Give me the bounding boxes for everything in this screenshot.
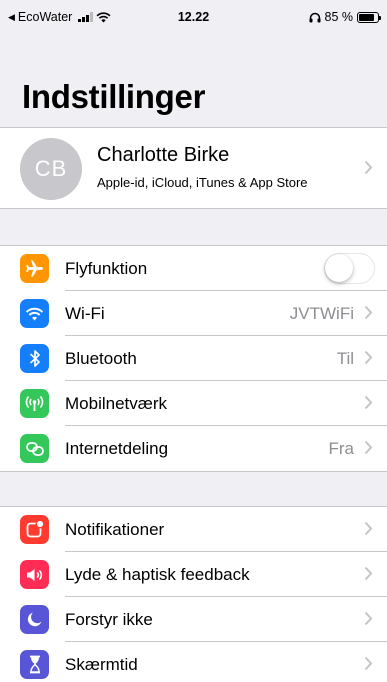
connectivity-group: Flyfunktion Wi-Fi JVTWiFi Bluetooth Til … [0,245,387,472]
chevron-right-icon [364,521,373,536]
bluetooth-icon [20,344,49,373]
wifi-icon [20,299,49,328]
settings-row-personal-hotspot[interactable]: Internetdeling Fra [0,426,387,471]
battery-icon [357,11,381,23]
settings-row-do-not-disturb[interactable]: Forstyr ikke [0,597,387,642]
chevron-right-icon [364,305,373,320]
status-bar: ◀ EcoWater 12.22 85 % [0,0,387,36]
chevron-right-icon [364,440,373,455]
chevron-right-icon [364,656,373,671]
battery-percentage: 85 % [324,10,354,24]
headphones-icon [309,12,320,22]
chevron-right-icon [364,350,373,365]
airplane-mode-toggle[interactable] [324,253,375,284]
chevron-right-icon [364,160,373,175]
hotspot-icon [20,434,49,463]
hourglass-icon [20,650,49,679]
page-title: Indstillinger [22,78,206,115]
profile-name: Charlotte Birke [97,144,230,166]
chevron-right-icon [364,566,373,581]
row-label: Lyde & haptisk feedback [65,565,250,584]
chevron-right-icon [364,395,373,410]
bluetooth-value: Til [336,349,354,368]
moon-icon [20,605,49,634]
wifi-network-value: JVTWiFi [289,304,354,323]
row-label: Forstyr ikke [65,610,153,629]
settings-row-bluetooth[interactable]: Bluetooth Til [0,336,387,381]
settings-row-screen-time[interactable]: Skærmtid [0,642,387,682]
hotspot-value: Fra [328,439,355,458]
row-label: Bluetooth [65,349,137,368]
row-label: Mobilnetværk [65,394,168,413]
row-label: Internetdeling [65,439,169,458]
row-label: Wi-Fi [65,304,105,323]
settings-row-wifi[interactable]: Wi-Fi JVTWiFi [0,291,387,336]
profile-subtitle: Apple-id, iCloud, iTunes & App Store [97,175,308,190]
antenna-icon [20,389,49,418]
settings-row-sounds-haptics[interactable]: Lyde & haptisk feedback [0,552,387,597]
sound-icon [20,560,49,589]
notifications-group: Notifikationer Lyde & haptisk feedback F… [0,506,387,682]
notifications-icon [20,515,49,544]
settings-row-notifications[interactable]: Notifikationer [0,507,387,552]
chevron-right-icon [364,611,373,626]
row-label: Notifikationer [65,520,165,539]
settings-row-cellular[interactable]: Mobilnetværk [0,381,387,426]
row-label: Flyfunktion [65,259,148,278]
avatar: CB [20,138,82,200]
apple-id-profile[interactable]: CB Charlotte Birke Apple-id, iCloud, iTu… [0,127,387,209]
row-label: Skærmtid [65,655,138,674]
airplane-icon [20,254,49,283]
settings-row-airplane-mode[interactable]: Flyfunktion [0,246,387,291]
